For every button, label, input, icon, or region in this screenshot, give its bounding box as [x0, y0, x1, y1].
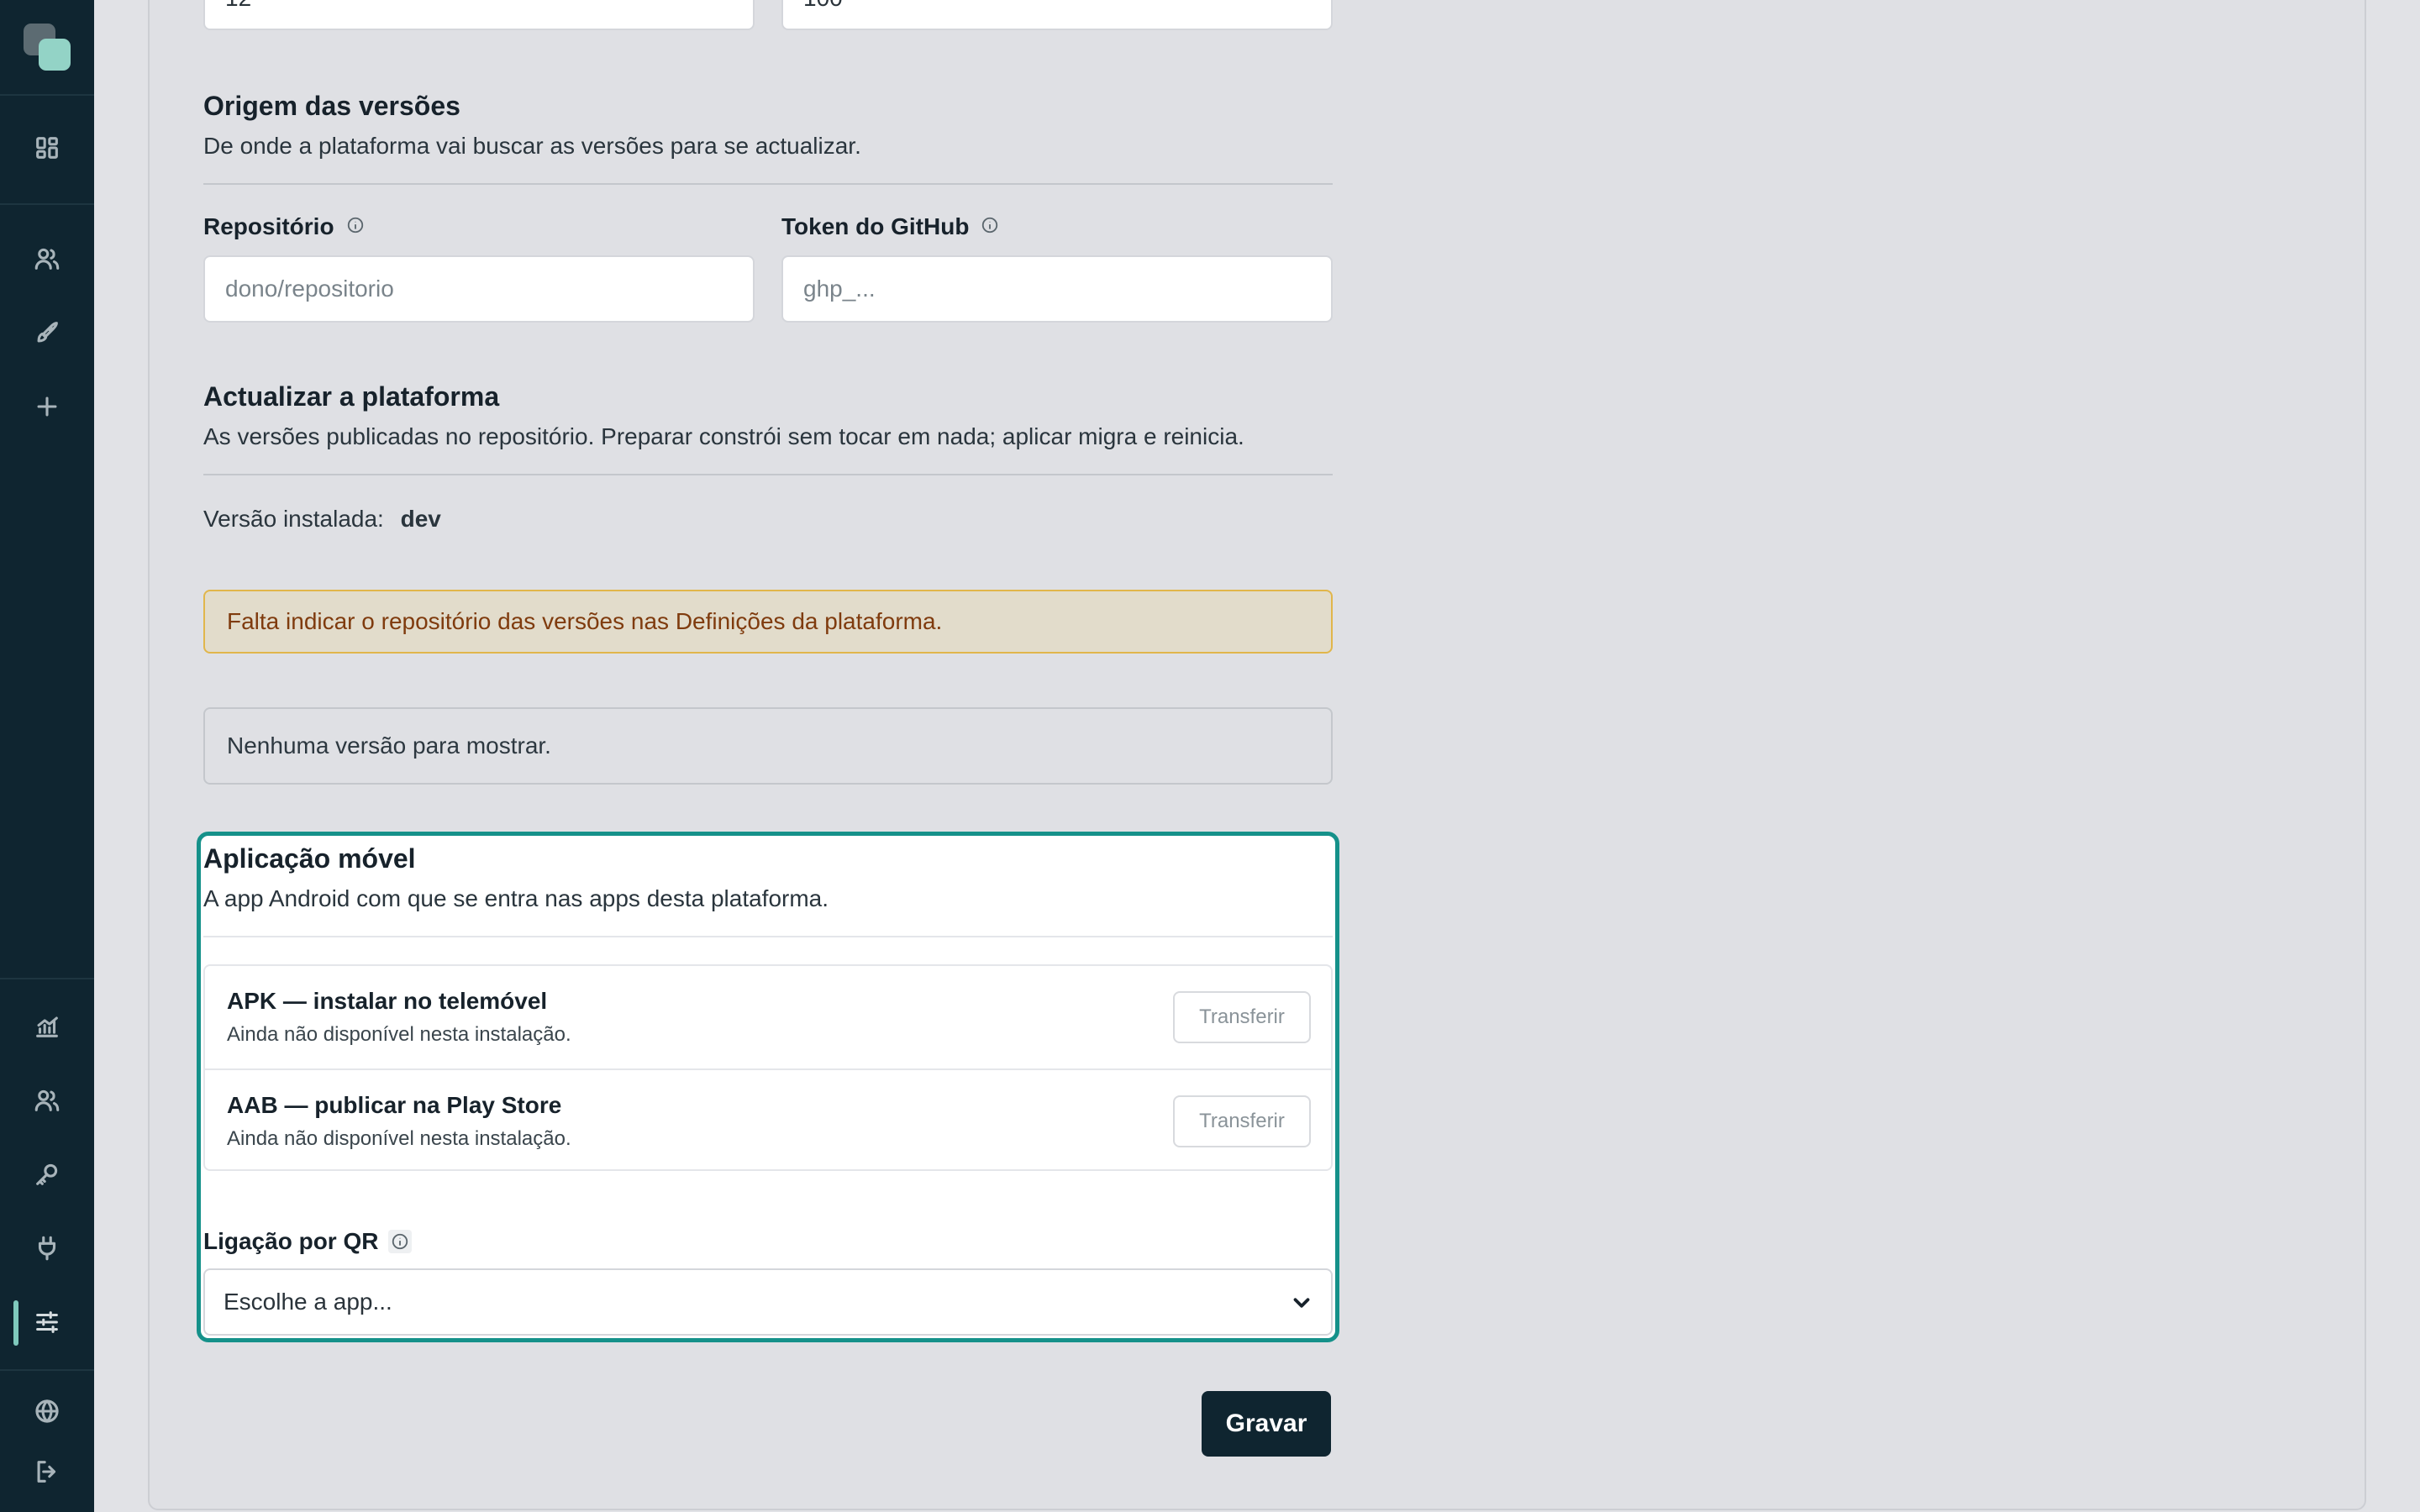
download-title: AAB — publicar na Play Store [227, 1092, 562, 1118]
sidebar-divider [0, 978, 94, 979]
save-button[interactable]: Gravar [1202, 1391, 1331, 1457]
download-status: Ainda não disponível nesta instalação. [227, 1127, 571, 1150]
analytics-icon[interactable] [29, 1008, 66, 1045]
plug-icon[interactable] [29, 1230, 66, 1267]
token-placeholder: ghp_... [803, 276, 876, 302]
installed-version-value: dev [400, 506, 441, 532]
download-apk-button[interactable]: Transferir [1173, 991, 1311, 1043]
mobile-app-title: Aplicação móvel [203, 843, 416, 874]
missing-repo-warning: Falta indicar o repositório das versões … [203, 590, 1333, 654]
app-logo[interactable] [24, 24, 72, 72]
number-field-left[interactable]: 12 [203, 0, 755, 30]
dashboard-icon[interactable] [29, 129, 66, 166]
token-label-text: Token do GitHub [781, 213, 970, 239]
download-title: APK — instalar no telemóvel [227, 988, 548, 1014]
key-icon[interactable] [29, 1156, 66, 1193]
download-status: Ainda não disponível nesta instalação. [227, 1023, 571, 1046]
token-label: Token do GitHub [781, 213, 999, 240]
sliders-icon[interactable] [29, 1304, 66, 1341]
info-icon[interactable] [388, 1230, 413, 1253]
qr-label-text: Ligação por QR [203, 1228, 379, 1254]
sidebar-active-indicator [13, 1300, 18, 1346]
chevron-down-icon [1289, 1290, 1314, 1321]
download-aab-button[interactable]: Transferir [1173, 1095, 1311, 1147]
sidebar-divider [0, 1369, 94, 1371]
users-icon[interactable] [29, 240, 66, 277]
repo-label-text: Repositório [203, 213, 334, 239]
repo-input[interactable]: dono/repositorio [203, 255, 755, 323]
github-token-input[interactable]: ghp_... [781, 255, 1333, 323]
repo-label: Repositório [203, 213, 365, 240]
rocket-icon[interactable] [29, 314, 66, 351]
list-item: AAB — publicar na Play Store Ainda não d… [205, 1068, 1331, 1171]
update-platform-title: Actualizar a plataforma [203, 381, 500, 412]
info-icon[interactable] [346, 213, 365, 240]
update-platform-description: As versões publicadas no repositório. Pr… [203, 423, 1244, 449]
field-value: 12 [225, 0, 251, 12]
section-divider [203, 474, 1333, 475]
globe-icon[interactable] [29, 1393, 66, 1430]
logout-icon[interactable] [29, 1453, 66, 1490]
select-value: Escolhe a app... [224, 1289, 392, 1315]
installed-version-label: Versão instalada: [203, 506, 384, 532]
sidebar-divider [0, 203, 94, 205]
info-icon[interactable] [981, 213, 999, 240]
versions-origin-description: De onde a plataforma vai buscar as versõ… [203, 133, 861, 159]
sidebar [0, 0, 94, 1512]
repo-placeholder: dono/repositorio [225, 276, 394, 302]
plus-icon[interactable] [29, 388, 66, 425]
qr-app-select[interactable]: Escolhe a app... [203, 1268, 1333, 1336]
section-divider [203, 183, 1333, 185]
team-icon[interactable] [29, 1082, 66, 1119]
section-divider [203, 936, 1333, 937]
qr-label: Ligação por QR [203, 1228, 413, 1255]
mobile-app-description: A app Android com que se entra nas apps … [203, 885, 829, 911]
sidebar-divider [0, 94, 94, 96]
downloads-list: APK — instalar no telemóvel Ainda não di… [203, 964, 1333, 1171]
number-field-right[interactable]: 100 [781, 0, 1333, 30]
field-value: 100 [803, 0, 843, 12]
list-item: APK — instalar no telemóvel Ainda não di… [205, 966, 1331, 1068]
versions-origin-title: Origem das versões [203, 91, 460, 121]
installed-version: Versão instalada: dev [203, 506, 441, 533]
versions-empty-state: Nenhuma versão para mostrar. [203, 707, 1333, 785]
